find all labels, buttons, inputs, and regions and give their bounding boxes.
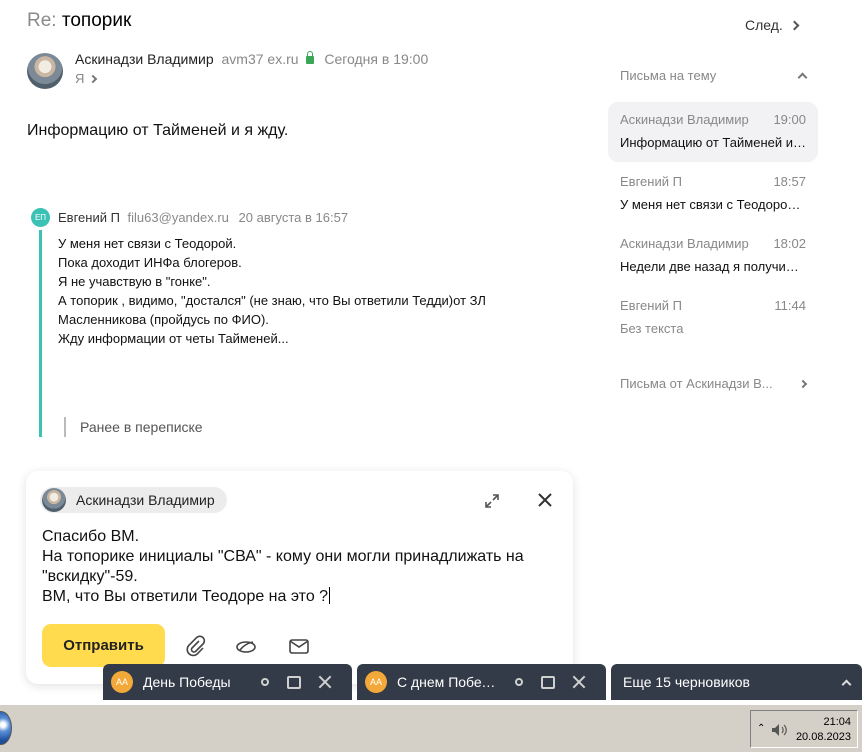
maximize-icon[interactable] xyxy=(287,675,301,689)
sender-email[interactable]: avm37 ex.ru xyxy=(222,51,299,67)
more-drafts-label: Еще 15 черновиков xyxy=(623,674,750,690)
thread-item[interactable]: Аскинадзи Владимир 19:00 Информацию от Та… xyxy=(608,102,818,162)
quote-line: Жду информации от четы Тайменей... xyxy=(58,331,289,346)
thread-item-preview: Недели две назад я получил топорик xyxy=(620,259,806,274)
chevron-up-icon xyxy=(797,72,808,83)
close-icon[interactable] xyxy=(536,491,554,509)
quote-line: Я не учавствую в "гонке". xyxy=(58,274,211,289)
quote-avatar: ЕП xyxy=(31,208,50,227)
quote-line: У меня нет связи с Теодорой. xyxy=(58,236,237,251)
from-chip[interactable]: Аскинадзи Владимир xyxy=(40,487,227,513)
text-caret xyxy=(329,587,331,604)
thread-item[interactable]: Евгений П 11:44 Без текста xyxy=(608,288,818,348)
draft-avatar: АА xyxy=(365,671,387,693)
minimize-icon[interactable] xyxy=(261,678,269,686)
thread-header-label: Письма на тему xyxy=(620,68,717,83)
paperclip-icon[interactable] xyxy=(183,634,207,658)
draft-tab[interactable]: АА С днем Победы xyxy=(357,664,606,700)
thread-item-author: Евгений П xyxy=(620,174,682,189)
send-button[interactable]: Отправить xyxy=(42,624,165,667)
recipient-toggle[interactable]: Я xyxy=(75,71,98,86)
message-body: Информацию от Тайменей и я жду. xyxy=(27,122,289,139)
earlier-in-thread-link[interactable]: Ранее в переписке xyxy=(64,417,203,437)
envelope-icon[interactable] xyxy=(287,634,311,658)
tray-expand-icon[interactable]: ⌃ xyxy=(757,723,765,734)
quote-line: Пока доходит ИНФа блогеров. xyxy=(58,255,242,270)
compose-line: Спасибо ВМ. xyxy=(42,528,140,545)
quote-header: Евгений П filu63@yandex.ru 20 августа в … xyxy=(58,210,348,225)
draft-label: С днем Победы xyxy=(397,674,497,690)
clock-date: 20.08.2023 xyxy=(795,731,851,743)
sender-name[interactable]: Аскинадзи Владимир xyxy=(75,51,214,67)
next-label: След. xyxy=(745,17,783,33)
subject-text: топорик xyxy=(61,10,132,31)
thread-item[interactable]: Аскинадзи Владимир 18:02 Недели две назад… xyxy=(608,226,818,286)
draft-label: День Победы xyxy=(143,674,231,690)
compose-body[interactable]: Спасибо ВМ. На топорике инициалы "СВА" -… xyxy=(42,527,562,607)
chevron-up-icon xyxy=(841,679,852,689)
clock-time: 21:04 xyxy=(823,716,851,728)
letters-from-label: Письма от Аскинадзи В... xyxy=(620,376,773,391)
thread-item-preview: Информацию от Тайменей и я жду. xyxy=(620,135,806,150)
more-drafts-button[interactable]: Еще 15 черновиков xyxy=(611,664,862,700)
quote-email: filu63@yandex.ru xyxy=(127,210,229,225)
close-icon[interactable] xyxy=(317,674,333,690)
system-tray: ⌃ 21:04 20.08.2023 xyxy=(750,710,858,748)
message-date: Сегодня в 19:00 xyxy=(324,51,429,67)
chevron-right-icon xyxy=(798,379,808,388)
chevron-right-icon xyxy=(789,20,800,30)
quote-date: 20 августа в 16:57 xyxy=(238,210,349,225)
thread-item-time: 18:57 xyxy=(773,174,806,189)
thread-item[interactable]: Евгений П 18:57 У меня нет связи с Теодор… xyxy=(608,164,818,224)
start-button[interactable] xyxy=(0,711,12,745)
draft-avatar: АА xyxy=(111,671,133,693)
from-name: Аскинадзи Владимир xyxy=(76,492,215,508)
quote-body: У меня нет связи с Теодорой. Пока доходи… xyxy=(58,234,486,348)
draft-tab[interactable]: АА День Победы xyxy=(103,664,352,700)
thread-item-author: Аскинадзи Владимир xyxy=(620,112,749,127)
thread-item-time: 19:00 xyxy=(773,112,806,127)
recipient-label: Я xyxy=(75,71,85,86)
thread-item-time: 11:44 xyxy=(774,298,806,313)
subject-prefix: Re: xyxy=(27,10,57,31)
chevron-right-icon xyxy=(89,74,98,83)
thread-item-author: Евгений П xyxy=(620,298,682,313)
cloud-attach-icon[interactable] xyxy=(234,634,258,658)
thread-header[interactable]: Письма на тему xyxy=(620,68,808,83)
message-subject: Re: топорик xyxy=(27,10,131,32)
thread-item-preview: Без текста xyxy=(620,321,684,336)
minimize-icon[interactable] xyxy=(515,678,523,686)
os-taskbar: ⌃ 21:04 20.08.2023 xyxy=(0,704,862,752)
compose-line: На топорике инициалы "СВА" - кому они мо… xyxy=(42,548,524,565)
sender-line: Аскинадзи Владимир avm37 ex.ru Сегодня в… xyxy=(75,51,428,67)
expand-icon[interactable] xyxy=(484,493,500,509)
from-avatar xyxy=(42,488,66,512)
close-icon[interactable] xyxy=(571,674,587,690)
next-message-button[interactable]: След. xyxy=(745,17,800,33)
clock[interactable]: 21:04 20.08.2023 xyxy=(796,715,851,745)
quote-line: Масленникова (пройдусь по ФИО). xyxy=(58,312,269,327)
compose-line-text: ВМ, что Вы ответили Теодоре на это ? xyxy=(42,588,329,605)
reply-compose: Аскинадзи Владимир Спасибо ВМ. На топори… xyxy=(26,471,573,684)
quote-author: Евгений П xyxy=(58,210,120,225)
compose-line: "вскидку"-59. xyxy=(42,568,138,585)
quote-bar xyxy=(39,230,42,437)
sender-avatar[interactable] xyxy=(27,53,63,89)
compose-line: ВМ, что Вы ответили Теодоре на это ? xyxy=(42,587,562,607)
quote-line: А топорик , видимо, "достался" (не знаю,… xyxy=(58,293,486,308)
maximize-icon[interactable] xyxy=(541,675,555,689)
thread-item-preview: У меня нет связи с Теодорой. Пока xyxy=(620,197,806,212)
lock-icon xyxy=(306,51,315,64)
thread-item-author: Аскинадзи Владимир xyxy=(620,236,749,251)
thread-item-time: 18:02 xyxy=(773,236,806,251)
speaker-icon[interactable] xyxy=(771,723,789,737)
letters-from-sender-link[interactable]: Письма от Аскинадзи В... xyxy=(620,376,808,391)
